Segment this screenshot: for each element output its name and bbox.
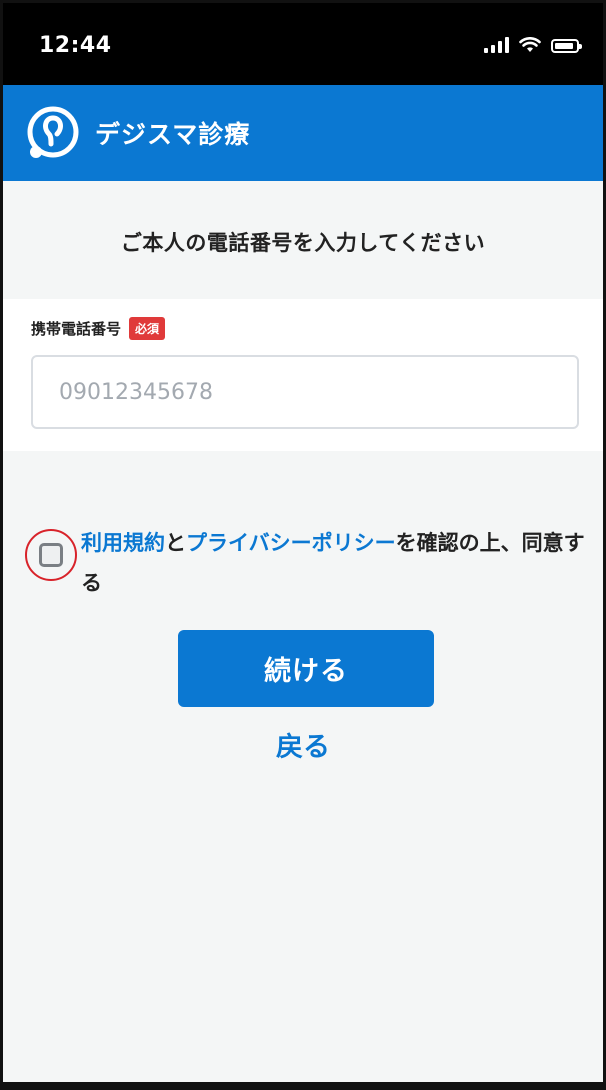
privacy-policy-link[interactable]: プライバシーポリシー: [186, 531, 396, 555]
status-bar: 12:44: [3, 3, 603, 85]
app-header: デジスマ診療: [3, 85, 603, 181]
back-link-label[interactable]: 戻る: [276, 732, 330, 763]
status-icons: [484, 37, 582, 53]
phone-number-section: 携帯電話番号 必須: [3, 299, 603, 451]
phone-number-input[interactable]: [31, 355, 579, 429]
battery-icon: [551, 39, 582, 53]
page-title: ご本人の電話番号を入力してください: [120, 231, 486, 255]
required-badge: 必須: [129, 317, 166, 340]
checkbox-highlight-ring: [25, 529, 77, 581]
wifi-icon: [519, 37, 541, 52]
phone-field-label: 携帯電話番号: [31, 320, 122, 338]
agreement-text: 利用規約とプライバシーポリシーを確認の上、同意する: [81, 523, 591, 603]
back-link: 戻る: [3, 725, 603, 764]
agreement-conjunction: と: [165, 531, 186, 555]
status-time: 12:44: [39, 33, 112, 58]
terms-link[interactable]: 利用規約: [81, 531, 165, 555]
continue-button[interactable]: 続ける: [178, 630, 434, 707]
cellular-signal-icon: [484, 37, 509, 53]
phone-screen: 12:44 デジスマ診療 ご本人の電話番号を入力してください 携帯電話番号 必須…: [0, 0, 606, 1090]
app-logo-icon: [27, 106, 79, 158]
app-title: デジスマ診療: [95, 120, 251, 149]
agree-checkbox[interactable]: [39, 543, 63, 567]
field-label-row: 携帯電話番号 必須: [31, 317, 166, 340]
